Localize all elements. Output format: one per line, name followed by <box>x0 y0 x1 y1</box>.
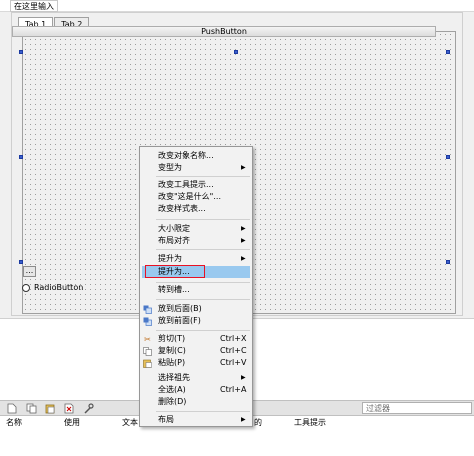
menu-item-bring-to-front[interactable]: 放到前面(F) <box>140 315 252 327</box>
submenu-arrow-icon: ▶ <box>241 225 246 232</box>
scissors-icon: ✂ <box>144 335 151 344</box>
menu-item-delete[interactable]: 删除(D) <box>140 396 252 408</box>
menu-item-morph-into[interactable]: 变型为 ▶ <box>140 162 252 174</box>
menu-item-change-stylesheet[interactable]: 改变样式表... <box>140 203 252 215</box>
radio-button[interactable]: RadioButton <box>22 283 83 292</box>
selection-handle[interactable] <box>446 50 450 54</box>
highlight-annotation-box <box>145 265 205 278</box>
filter-input[interactable]: 过滤器 <box>362 402 472 414</box>
menu-separator <box>156 176 250 177</box>
menu-item-copy[interactable]: 复制(C) Ctrl+C <box>140 345 252 357</box>
new-action-icon[interactable] <box>6 403 18 414</box>
menu-separator <box>156 299 250 300</box>
paste-action-icon[interactable] <box>44 403 56 414</box>
delete-action-icon[interactable] <box>63 403 75 414</box>
menu-separator <box>156 219 250 220</box>
configure-tools-icon[interactable] <box>82 402 94 414</box>
column-header-text[interactable]: 文本 <box>122 417 138 428</box>
menu-item-layout-alignment[interactable]: 布局对齐 ▶ <box>140 235 252 247</box>
selection-handle[interactable] <box>446 155 450 159</box>
menu-separator <box>156 411 250 412</box>
selection-handle[interactable] <box>19 155 23 159</box>
ellipsis-button[interactable]: ... <box>23 266 36 277</box>
menu-item-size-constraints[interactable]: 大小限定 ▶ <box>140 223 252 235</box>
submenu-arrow-icon: ▶ <box>241 164 246 171</box>
menu-item-select-ancestor[interactable]: 选择祖先 ▶ <box>140 372 252 384</box>
submenu-arrow-icon: ▶ <box>241 416 246 423</box>
radio-label: RadioButton <box>34 283 84 292</box>
context-menu: 改变对象名称... 变型为 ▶ 改变工具提示... 改变"这是什么"... 改变样… <box>139 146 253 427</box>
submenu-arrow-icon: ▶ <box>241 374 246 381</box>
menu-separator <box>156 330 250 331</box>
menu-item-layout[interactable]: 布局 ▶ <box>140 414 252 426</box>
menu-separator <box>156 282 250 283</box>
copy-icon <box>143 347 152 356</box>
menu-item-paste[interactable]: 粘贴(P) Ctrl+V <box>140 357 252 369</box>
column-header-tooltip[interactable]: 工具提示 <box>294 417 326 428</box>
column-header-name[interactable]: 名称 <box>6 417 22 428</box>
submenu-arrow-icon: ▶ <box>241 255 246 262</box>
selection-handle[interactable] <box>234 50 238 54</box>
selection-handle[interactable] <box>19 50 23 54</box>
menu-item-go-to-slot[interactable]: 转到槽... <box>140 284 252 296</box>
paste-icon <box>143 359 152 368</box>
bring-to-front-icon <box>143 317 152 326</box>
send-to-back-icon <box>143 305 152 314</box>
action-table-body <box>0 428 474 456</box>
menu-item-change-object-name[interactable]: 改变对象名称... <box>140 150 252 162</box>
selection-handle[interactable] <box>446 260 450 264</box>
selection-handle[interactable] <box>19 260 23 264</box>
form-menubar: 在这里输入 <box>0 0 474 12</box>
column-header-shortcut[interactable]: 的 <box>254 417 262 428</box>
radio-circle-icon <box>22 283 30 292</box>
menu-item-change-tooltip[interactable]: 改变工具提示... <box>140 179 252 191</box>
pushbutton[interactable]: PushButton <box>12 26 436 37</box>
submenu-arrow-icon: ▶ <box>241 237 246 244</box>
copy-action-icon[interactable] <box>25 403 37 414</box>
menu-item-change-whats-this[interactable]: 改变"这是什么"... <box>140 191 252 203</box>
menu-separator <box>156 249 250 250</box>
menu-item-send-to-back[interactable]: 放到后面(B) <box>140 303 252 315</box>
menu-item-select-all[interactable]: 全选(A) Ctrl+A <box>140 384 252 396</box>
menu-type-here[interactable]: 在这里输入 <box>10 0 58 12</box>
column-header-used[interactable]: 使用 <box>64 417 80 428</box>
menu-item-promote-to-submenu[interactable]: 提升为 ▶ <box>140 253 252 265</box>
menu-item-cut[interactable]: ✂ 剪切(T) Ctrl+X <box>140 333 252 345</box>
